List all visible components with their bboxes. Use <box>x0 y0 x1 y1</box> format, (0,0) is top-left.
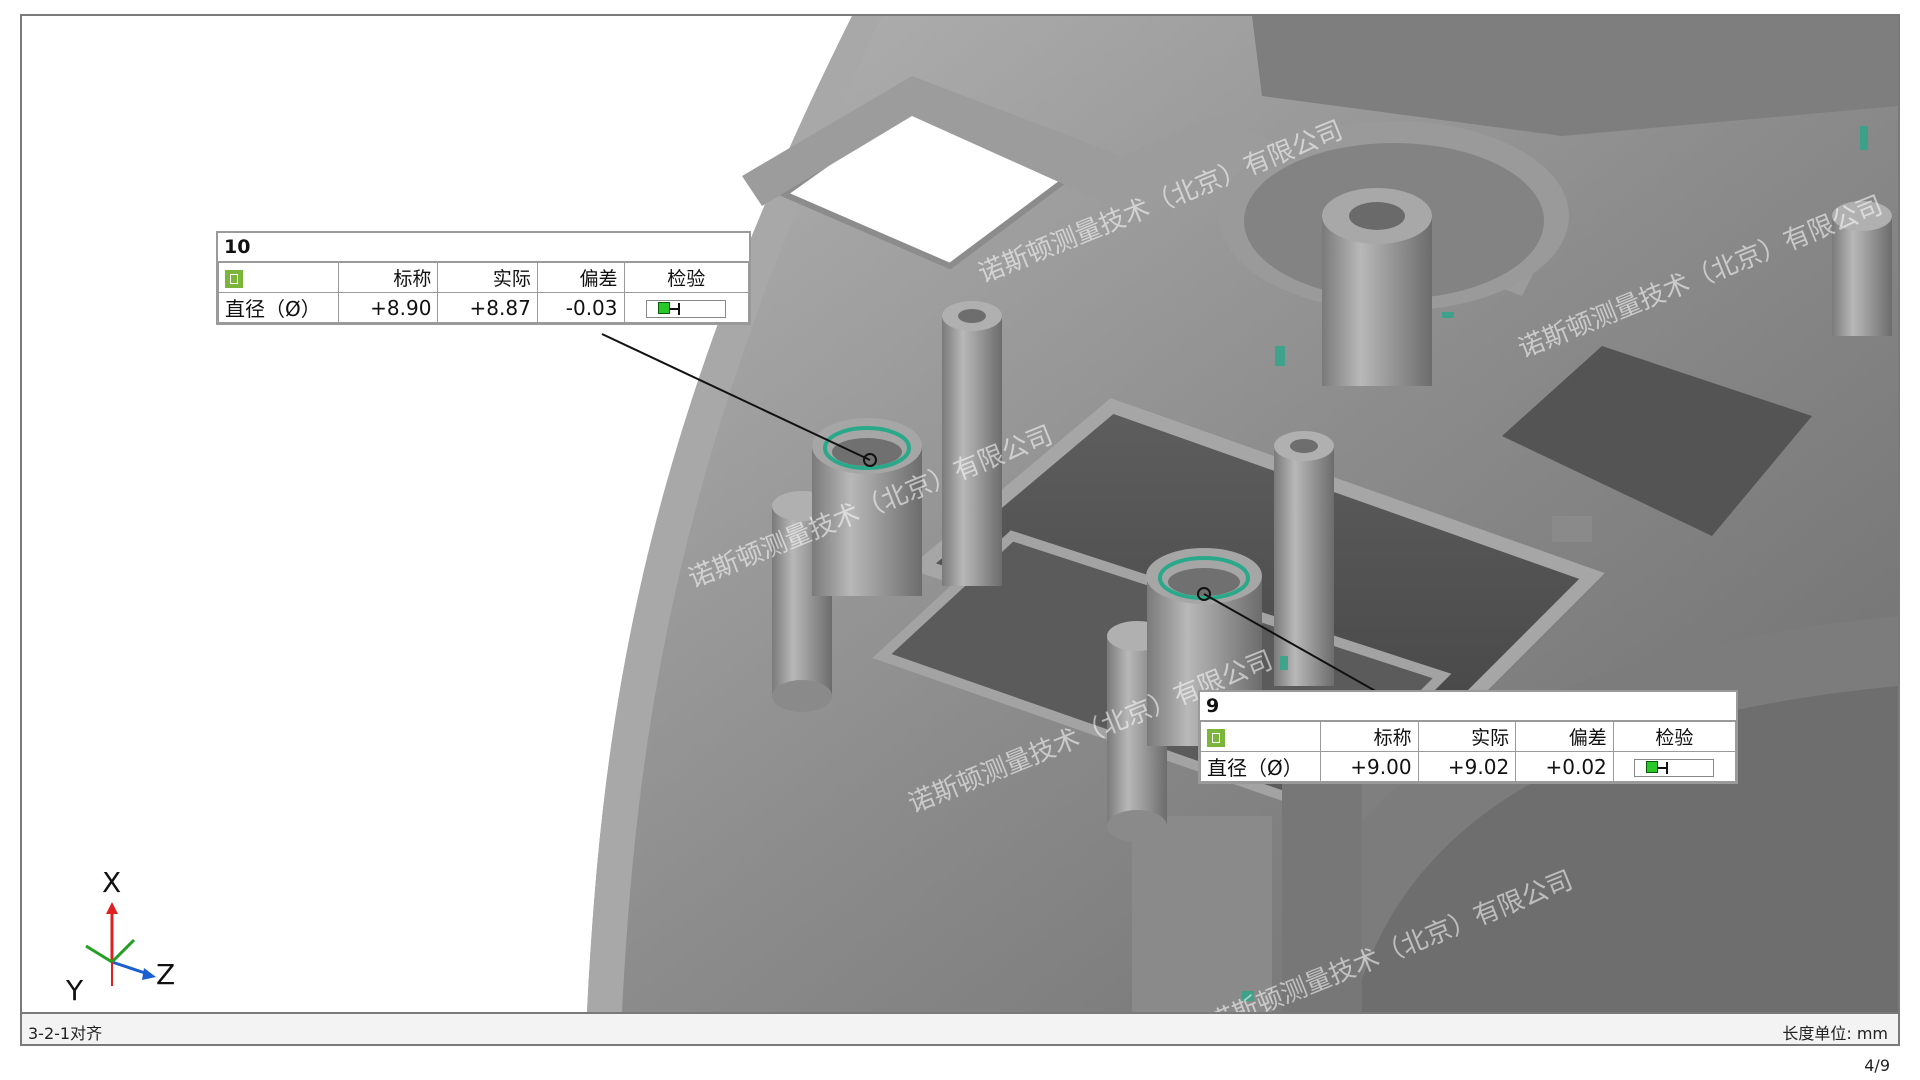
callout-id: 9 <box>1200 692 1736 721</box>
callout-id: 10 <box>218 233 749 262</box>
col-check-header: 检验 <box>1612 721 1737 752</box>
row-label: 直径（Ø） <box>1200 751 1321 782</box>
status-cell <box>218 262 339 293</box>
axis-y-label: Y <box>66 974 84 1007</box>
3d-viewport[interactable]: 诺斯顿测量技术（北京）有限公司 诺斯顿测量技术（北京）有限公司 诺斯顿测量技术（… <box>22 16 1898 1012</box>
deviation-value: -0.03 <box>536 292 625 323</box>
callout-table: 标称 实际 偏差 检验 直径（Ø） +8.90 +8.87 -0.03 <box>218 262 749 323</box>
col-deviation-header: 偏差 <box>1515 721 1614 752</box>
col-actual-header: 实际 <box>437 262 538 293</box>
callout-table: 标称 实际 偏差 检验 直径（Ø） +9.00 +9.02 +0.02 <box>1200 721 1737 782</box>
actual-value: +8.87 <box>437 292 538 323</box>
report-frame: 诺斯顿测量技术（北京）有限公司 诺斯顿测量技术（北京）有限公司 诺斯顿测量技术（… <box>20 14 1900 1046</box>
pin-3 <box>1274 431 1334 686</box>
tolerance-gauge <box>1634 759 1715 777</box>
col-nominal-header: 标称 <box>1320 721 1419 752</box>
status-cell <box>1200 721 1321 752</box>
col-check-header: 检验 <box>623 262 749 293</box>
measurement-callout-9[interactable]: 9 标称 实际 偏差 检验 直径（Ø） +9.00 +9.02 +0.02 <box>1198 690 1738 784</box>
part-model <box>587 16 1898 1012</box>
nominal-value: +8.90 <box>337 292 439 323</box>
pass-status-icon <box>1207 729 1225 747</box>
length-unit-label: 长度单位: mm <box>1782 1024 1888 1043</box>
gauge-tick <box>678 303 681 315</box>
row-label: 直径（Ø） <box>218 292 339 323</box>
col-actual-header: 实际 <box>1417 721 1517 752</box>
tolerance-gauge <box>646 300 727 318</box>
tolerance-gauge-cell <box>1612 751 1737 782</box>
col-nominal-header: 标称 <box>337 262 439 293</box>
gauge-tick <box>1666 762 1669 774</box>
col-deviation-header: 偏差 <box>536 262 625 293</box>
pass-status-icon <box>225 270 243 288</box>
nominal-value: +9.00 <box>1320 751 1419 782</box>
status-bar: 3-2-1对齐 长度单位: mm <box>22 1012 1898 1044</box>
page-number: 4/9 <box>1864 1056 1890 1075</box>
alignment-label: 3-2-1对齐 <box>28 1024 103 1043</box>
axis-z-label: Z <box>156 958 176 991</box>
measurement-callout-10[interactable]: 10 标称 实际 偏差 检验 直径（Ø） +8.90 +8.87 -0.03 <box>216 231 751 325</box>
axis-triad: X Z Y <box>66 866 192 1007</box>
tolerance-gauge-cell <box>623 292 749 323</box>
actual-value: +9.02 <box>1417 751 1517 782</box>
deviation-value: +0.02 <box>1515 751 1614 782</box>
axis-x-label: X <box>102 866 122 899</box>
